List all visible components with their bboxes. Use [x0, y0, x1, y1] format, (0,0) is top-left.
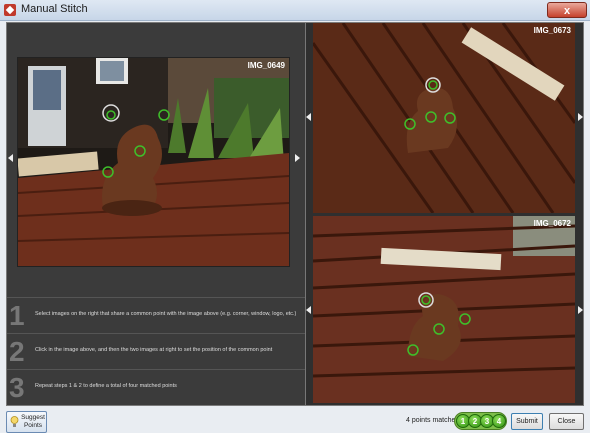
- candidate-images-panel: IMG_0673 IMG_0672: [306, 23, 583, 405]
- step-text: Repeat steps 1 & 2 to define a total of …: [35, 383, 177, 389]
- main-image[interactable]: IMG_0649: [17, 57, 290, 267]
- top-image-label: IMG_0673: [533, 26, 571, 35]
- prev-top-image-arrow-icon[interactable]: [306, 113, 311, 121]
- prev-bottom-image-arrow-icon[interactable]: [306, 306, 311, 314]
- title-bar: Manual Stitch x: [0, 0, 590, 21]
- step-number: 2: [9, 336, 25, 367]
- main-image-markers: [102, 104, 170, 178]
- main-image-panel: IMG_0649 1 Select images on the right th…: [7, 23, 305, 405]
- next-image-arrow-icon[interactable]: [295, 154, 300, 162]
- stitch-workspace: IMG_0649 1 Select images on the right th…: [6, 22, 584, 406]
- candidate-image-bottom[interactable]: IMG_0672: [313, 216, 575, 403]
- next-top-image-arrow-icon[interactable]: [578, 113, 583, 121]
- step-number: 3: [9, 372, 25, 403]
- suggest-points-label: Suggest Points: [21, 414, 45, 429]
- step-3: 3 Repeat steps 1 & 2 to define a total o…: [7, 369, 305, 406]
- bottom-photo[interactable]: [313, 216, 575, 403]
- window-title: Manual Stitch: [21, 3, 88, 15]
- match-badge-4[interactable]: 4: [492, 414, 506, 428]
- bottom-image-label: IMG_0672: [533, 219, 571, 228]
- footer-bar: Suggest Points 4 points matched 1 2 3 4 …: [0, 408, 590, 433]
- step-text: Select images on the right that share a …: [35, 311, 297, 317]
- submit-button[interactable]: Submit: [511, 413, 543, 430]
- candidate-image-top[interactable]: IMG_0673: [313, 23, 575, 213]
- step-1: 1 Select images on the right that share …: [7, 297, 305, 334]
- window-close-button[interactable]: x: [547, 2, 587, 18]
- lightbulb-icon: [10, 416, 19, 427]
- step-text: Click in the image above, and then the t…: [35, 347, 273, 353]
- step-2: 2 Click in the image above, and then the…: [7, 333, 305, 370]
- next-bottom-image-arrow-icon[interactable]: [578, 306, 583, 314]
- top-photo[interactable]: [313, 23, 575, 213]
- points-matched-text: 4 points matched: [406, 417, 460, 424]
- prev-image-arrow-icon[interactable]: [8, 154, 13, 162]
- step-number: 1: [9, 300, 25, 331]
- app-icon: [4, 4, 16, 16]
- matched-points-indicator: 1 2 3 4: [454, 412, 507, 430]
- close-button[interactable]: Close: [549, 413, 584, 430]
- suggest-points-button[interactable]: Suggest Points: [6, 411, 47, 433]
